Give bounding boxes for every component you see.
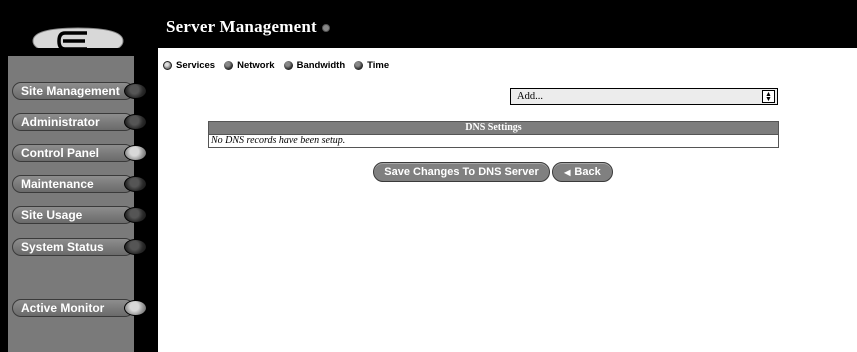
bullet-icon (163, 60, 172, 70)
sidebar-item-label: Control Panel (21, 146, 100, 160)
sidebar-item-label: Site Management (21, 84, 120, 98)
knob-icon (124, 239, 147, 255)
bullet-icon (283, 60, 293, 70)
knob-icon (124, 145, 147, 161)
save-button-label: Save Changes To DNS Server (384, 166, 539, 178)
sidebar-item-label: Site Usage (21, 208, 83, 222)
tab-label: Services (176, 59, 216, 71)
tab-label: Bandwidth (296, 59, 346, 71)
back-button[interactable]: ◀ Back (552, 162, 613, 182)
sidebar-item-system-status[interactable]: System Status (12, 238, 148, 256)
knob-icon (124, 114, 147, 130)
top-header: Server Management (0, 0, 857, 55)
sidebar-item-site-usage[interactable]: Site Usage (12, 206, 148, 224)
tab-time[interactable]: Time (354, 60, 389, 71)
sidebar-item-maintenance[interactable]: Maintenance (12, 175, 148, 193)
sidebar-item-label: Administrator (21, 115, 100, 129)
knob-icon (124, 176, 147, 192)
save-changes-button[interactable]: Save Changes To DNS Server (373, 162, 550, 182)
bullet-icon (224, 60, 234, 70)
select-arrows-icon: ▲ ▼ (762, 90, 775, 103)
add-record-select[interactable]: Add... ▲ ▼ (510, 88, 778, 105)
knob-icon (124, 83, 147, 99)
sidebar-item-administrator[interactable]: Administrator (12, 113, 148, 131)
back-button-label: Back (574, 166, 601, 178)
sidebar-item-control-panel[interactable]: Control Panel (12, 144, 148, 162)
tab-network[interactable]: Network (224, 59, 275, 71)
tab-label: Network (237, 59, 275, 71)
tab-bandwidth[interactable]: Bandwidth (283, 59, 346, 71)
sidebar-item-label: System Status (21, 240, 104, 254)
sidebar-item-label: Active Monitor (21, 301, 105, 315)
dns-settings-table: DNS Settings No DNS records have been se… (208, 121, 779, 148)
tab-services[interactable]: Services (163, 60, 215, 71)
sidebar-item-label: Maintenance (21, 177, 94, 191)
table-header: DNS Settings (209, 122, 778, 134)
page-title: Server Management (166, 17, 330, 37)
page-title-text: Server Management (166, 17, 317, 36)
title-bullet-icon (321, 24, 330, 33)
bullet-icon (354, 60, 364, 70)
sidebar-item-active-monitor[interactable]: Active Monitor (12, 299, 148, 317)
sub-navigation: Services Network Bandwidth Time (163, 58, 398, 72)
add-select-value: Add... (517, 91, 543, 102)
knob-icon (124, 300, 147, 316)
sidebar-item-site-management[interactable]: Site Management (12, 82, 148, 100)
back-arrow-icon: ◀ (564, 167, 571, 177)
tab-label: Time (367, 59, 390, 71)
knob-icon (124, 207, 147, 223)
empty-message: No DNS records have been setup. (211, 135, 346, 146)
